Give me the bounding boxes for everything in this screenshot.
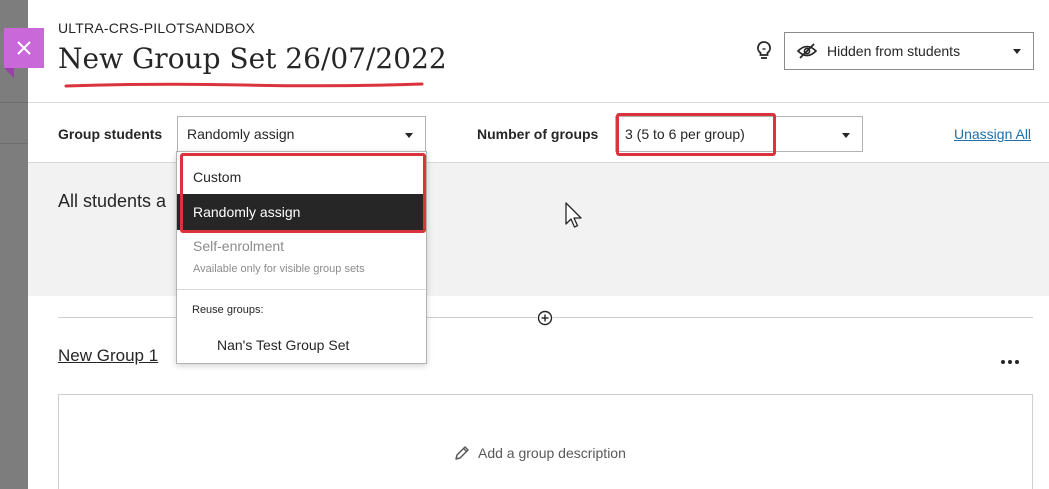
course-id: ULTRA-CRS-PILOTSANDBOX [58,20,256,36]
pencil-icon [455,446,469,460]
menu-divider [177,289,426,290]
number-of-groups-value: 3 (5 to 6 per group) [625,126,745,142]
chevron-down-icon [405,133,413,138]
background-divider [0,143,28,144]
visibility-dropdown[interactable]: Hidden from students [784,32,1034,70]
visibility-label: Hidden from students [827,43,961,59]
all-students-heading: All students a [58,191,167,211]
number-of-groups-label: Number of groups [477,126,599,142]
group-students-label: Group students [58,126,163,142]
unassign-all-link[interactable]: Unassign All [954,126,1031,142]
eye-slash-icon [797,43,817,59]
header-divider [28,102,1049,103]
reuse-groups-heading: Reuse groups: [192,304,264,316]
page-title[interactable]: New Group Set 26/07/2022 [58,42,447,75]
background-divider [0,102,28,103]
group-students-select[interactable]: Randomly assign [177,116,426,152]
group-students-menu: Custom Randomly assign Self-enrolment Av… [176,151,427,364]
group-set-panel: ULTRA-CRS-PILOTSANDBOX New Group Set 26/… [28,0,1049,489]
more-horizontal-icon[interactable] [998,353,1022,369]
menu-item-custom[interactable]: Custom [177,160,426,194]
mouse-cursor-icon [565,202,582,228]
close-icon [17,41,31,55]
menu-item-self-enrolment: Self-enrolment [193,238,285,254]
add-description-label: Add a group description [478,445,626,461]
chevron-down-icon [842,133,850,138]
group-description-box [58,394,1033,489]
lightbulb-icon[interactable] [754,40,774,62]
number-of-groups-select[interactable]: 3 (5 to 6 per group) [615,116,863,152]
group-name[interactable]: New Group 1 [58,346,158,366]
group-students-value: Randomly assign [187,126,295,142]
menu-item-randomly-assign[interactable]: Randomly assign [177,194,426,230]
chevron-down-icon [1013,49,1021,54]
plus-circle-icon[interactable] [537,310,553,326]
menu-item-reuse-group-set[interactable]: Nan's Test Group Set [217,337,349,353]
close-button[interactable] [4,28,44,78]
title-highlight-underline [64,82,424,88]
add-description-button[interactable]: Add a group description [454,445,626,461]
self-enrolment-note: Available only for visible group sets [193,263,365,275]
